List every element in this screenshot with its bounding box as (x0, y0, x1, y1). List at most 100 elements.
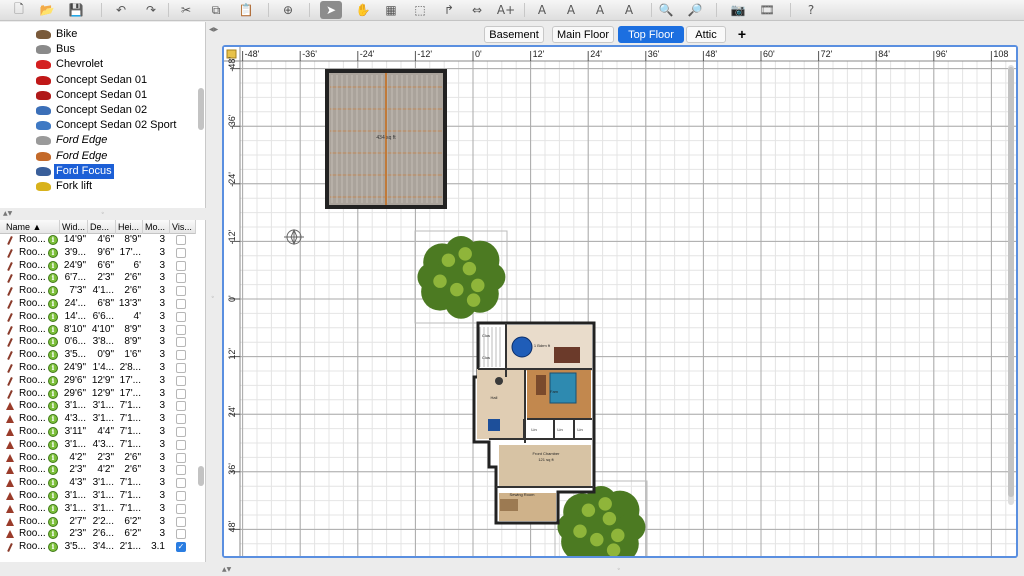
create-rooms-button[interactable]: ⬚ (409, 1, 431, 19)
info-icon[interactable]: i (48, 324, 58, 335)
catalog-scrollbar-thumb[interactable] (198, 88, 204, 130)
plan-scrollbar-thumb[interactable] (1008, 67, 1014, 497)
pan-mode-button[interactable]: ✋ (352, 1, 374, 19)
furniture-row[interactable]: Roo... i 24'9" 1'4... 2'8... 3 (0, 362, 196, 375)
visible-checkbox[interactable] (176, 337, 186, 348)
info-icon[interactable]: i (48, 388, 58, 399)
visible-checkbox[interactable] (176, 478, 186, 489)
plan-canvas[interactable]: -48' -36' -24' -12' 0' 12' 24' 36' 48' 60' 72' 84' 9… (224, 47, 1016, 556)
visible-checkbox[interactable] (176, 363, 186, 373)
furniture-row[interactable]: Roo... i 24'9" 6'6" 6' 3 (0, 260, 196, 273)
create-polylines-button[interactable]: ↱ (438, 1, 460, 19)
column-header[interactable]: Hei... (116, 220, 143, 234)
visible-checkbox[interactable] (176, 465, 186, 476)
visible-checkbox[interactable] (176, 491, 186, 501)
splitter-arrows-icon[interactable]: ▲▼ (3, 210, 12, 217)
cut-button[interactable]: ✂ (175, 1, 197, 19)
visible-checkbox[interactable] (176, 427, 186, 437)
furniture-row[interactable]: Roo... i 4'2" 2'3" 2'6" 3 (0, 452, 196, 465)
furniture-scrollbar[interactable] (198, 236, 204, 558)
info-icon[interactable]: i (48, 427, 58, 437)
visible-checkbox[interactable] (176, 516, 186, 527)
catalog-item[interactable]: Concept Sedan 01 (0, 88, 196, 103)
catalog-item[interactable]: Ford Edge (0, 133, 196, 148)
add-level-button[interactable]: + (730, 26, 754, 43)
visible-checkbox[interactable]: ✓ (176, 542, 186, 553)
visible-checkbox[interactable] (176, 273, 186, 284)
bold-text-button[interactable]: A (589, 1, 611, 19)
redo-button[interactable]: ↷ (140, 1, 162, 19)
info-icon[interactable]: i (48, 503, 58, 514)
vsplit-handle-icon[interactable]: ◦ (211, 294, 215, 301)
catalog-item[interactable]: Ford Focus (0, 163, 196, 179)
create-dimensions-button[interactable]: ⇔ (466, 1, 488, 19)
visible-checkbox[interactable] (176, 324, 186, 335)
info-icon[interactable]: i (48, 414, 58, 425)
zoom-in-button[interactable]: 🔍 (655, 1, 677, 19)
furniture-row[interactable]: Roo... i 2'7" 2'2... 6'2" 3 (0, 516, 196, 529)
info-icon[interactable]: i (48, 465, 58, 476)
furniture-row[interactable]: Roo... i 3'9... 9'6" 17'... 3 (0, 247, 196, 260)
catalog-item[interactable]: Bus (0, 42, 196, 57)
furniture-row[interactable]: Roo... i 3'5... 0'9" 1'6" 3 (0, 349, 196, 362)
furniture-row[interactable]: Roo... i 3'1... 3'1... 7'1... 3 (0, 503, 196, 516)
vsplit-arrows-icon[interactable]: ◀▶ (209, 26, 218, 33)
furniture-row[interactable]: Roo... i 14'... 6'6... 4' 3 (0, 311, 196, 324)
add-furniture-button[interactable]: ⊕ (277, 1, 299, 19)
visible-checkbox[interactable] (176, 247, 186, 258)
info-icon[interactable]: i (48, 401, 58, 412)
garage-roof[interactable]: 434 sq ft (325, 69, 447, 209)
visible-checkbox[interactable] (176, 260, 186, 271)
info-icon[interactable]: i (48, 311, 58, 322)
info-icon[interactable]: i (48, 439, 58, 450)
add-text-button[interactable]: A+ (495, 1, 517, 19)
furniture-row[interactable]: Roo... i 24'... 6'8" 13'3" 3 (0, 298, 196, 311)
visible-checkbox[interactable] (176, 452, 186, 463)
visible-checkbox[interactable] (176, 388, 186, 399)
column-header[interactable]: Name ▲ (4, 220, 60, 234)
furniture-row[interactable]: Roo... i 14'9" 4'6" 8'9" 3 (0, 234, 196, 247)
furniture-row[interactable]: Roo... i 6'7... 2'3" 2'6" 3 (0, 272, 196, 285)
zoom-out-button[interactable]: 🔎 (684, 1, 706, 19)
plan-view[interactable]: -48' -36' -24' -12' 0' 12' 24' 36' 48' 60' 72' 84' 9… (222, 45, 1018, 558)
help-button[interactable]: ? (800, 1, 822, 19)
info-icon[interactable]: i (48, 235, 58, 245)
visible-checkbox[interactable] (176, 529, 186, 540)
catalog-item[interactable]: Concept Sedan 02 Sport (0, 118, 196, 133)
info-icon[interactable]: i (48, 375, 58, 386)
open-button[interactable]: 📂 (36, 1, 58, 19)
decrease-text-size-button[interactable]: A (560, 1, 582, 19)
catalog-item[interactable]: Chevrolet (0, 57, 196, 72)
visible-checkbox[interactable] (176, 401, 186, 412)
info-icon[interactable]: i (48, 478, 58, 489)
plan-bottom-splitter[interactable]: ▲▼ ◦ (220, 565, 1024, 576)
info-icon[interactable]: i (48, 260, 58, 271)
visible-checkbox[interactable] (176, 414, 186, 425)
visible-checkbox[interactable] (176, 375, 186, 386)
column-header[interactable]: Wid... (60, 220, 88, 234)
furniture-row[interactable]: Roo... i 29'6" 12'9" 17'... 3 (0, 388, 196, 401)
furniture-row[interactable]: Roo... i 3'1... 3'1... 7'1... 3 (0, 490, 196, 503)
furniture-row[interactable]: Roo... i 4'3... 3'1... 7'1... 3 (0, 413, 196, 426)
vertical-splitter[interactable]: ◀▶ ◦ (206, 22, 220, 576)
furniture-row[interactable]: Roo... i 7'3" 4'1... 2'6" 3 (0, 285, 196, 298)
new-home-button[interactable]: 🗋 (8, 1, 30, 19)
furniture-row[interactable]: Roo... i 2'3" 2'6... 6'2" 3 (0, 528, 196, 541)
catalog-item[interactable]: Bike (0, 27, 196, 42)
create-video-button[interactable]: 🎞 (756, 1, 778, 19)
column-header[interactable]: Mo... (143, 220, 170, 234)
increase-text-size-button[interactable]: A (531, 1, 553, 19)
info-icon[interactable]: i (48, 516, 58, 527)
furniture-row[interactable]: Roo... i 29'6" 12'9" 17'... 3 (0, 375, 196, 388)
info-icon[interactable]: i (48, 299, 58, 309)
furniture-row[interactable]: Roo... i 2'3" 4'2" 2'6" 3 (0, 464, 196, 477)
catalog-scrollbar[interactable] (198, 24, 204, 206)
info-icon[interactable]: i (48, 529, 58, 540)
visible-checkbox[interactable] (176, 503, 186, 514)
visible-checkbox[interactable] (176, 299, 186, 309)
level-tab[interactable]: Basement (484, 26, 544, 43)
info-icon[interactable]: i (48, 273, 58, 284)
column-header[interactable]: Vis... (170, 220, 196, 234)
bottom-splitter-arrows-icon[interactable]: ▲▼ (222, 566, 231, 573)
create-photo-button[interactable]: 📷 (727, 1, 749, 19)
